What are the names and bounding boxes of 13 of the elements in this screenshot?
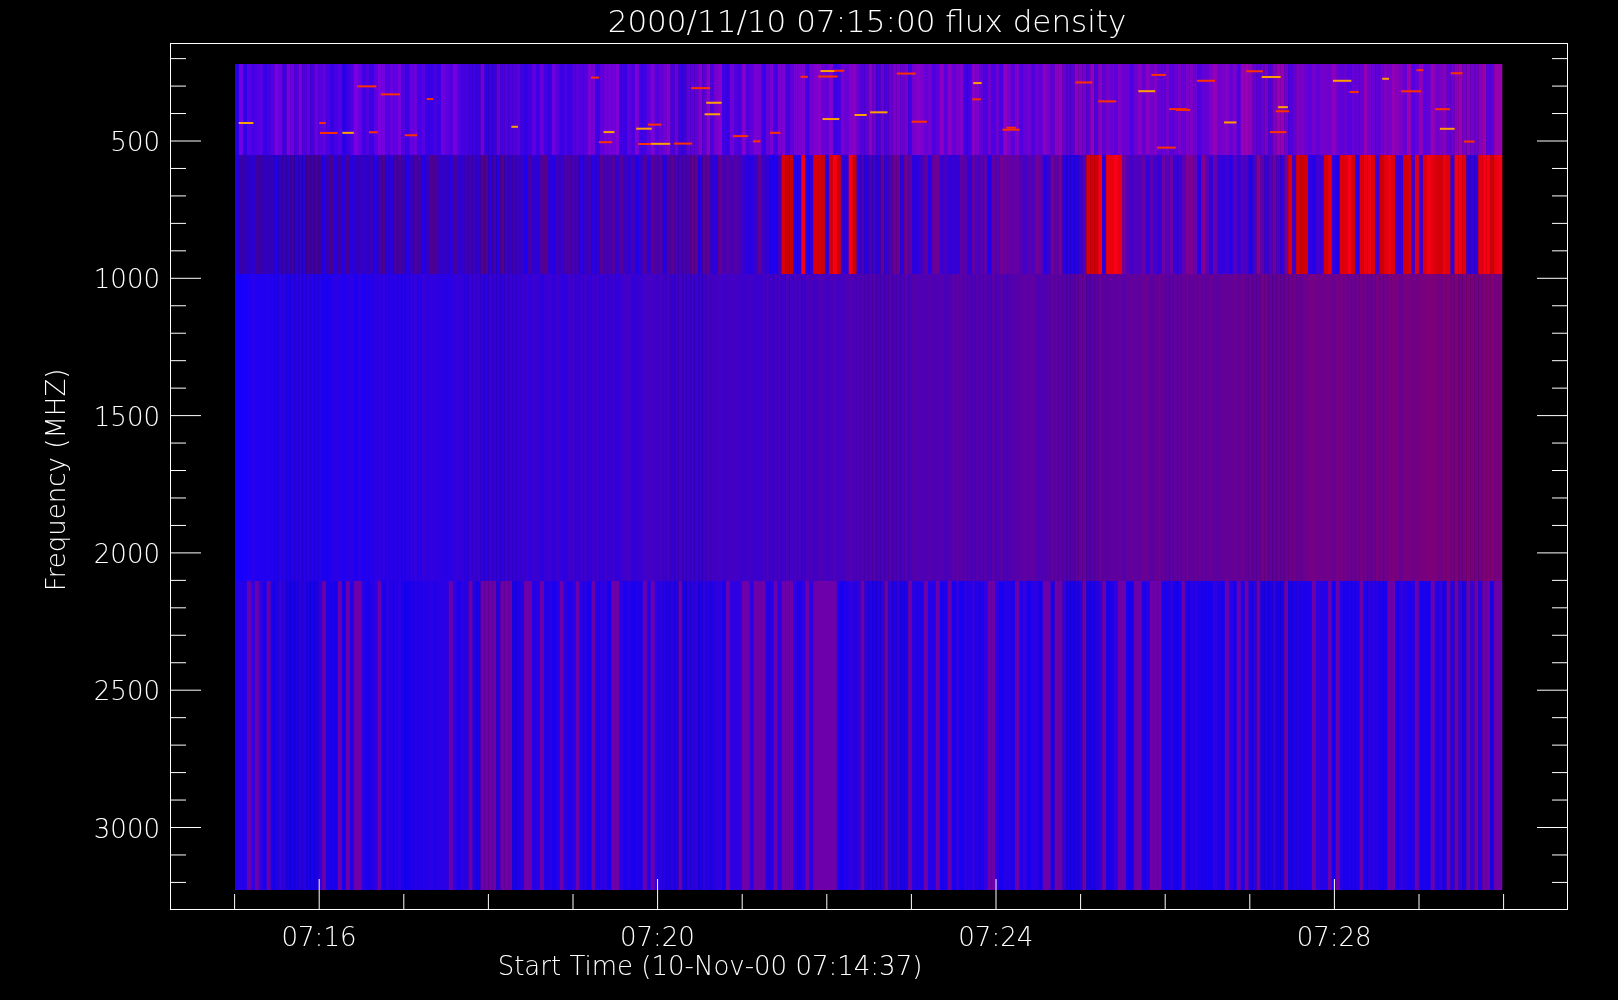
x-tick-label: 07:28 xyxy=(1296,922,1372,952)
x-tick-label: 07:24 xyxy=(958,922,1034,952)
chart-title: 2000/11/10 07:15:00 flux density xyxy=(607,3,1127,39)
x-axis-label: Start Time (10-Nov-00 07:14:37) xyxy=(497,951,923,981)
x-tick-label: 07:20 xyxy=(619,922,695,952)
x-tick-label: 07:16 xyxy=(281,922,357,952)
y-tick-label: 1500 xyxy=(93,401,160,432)
y-tick-label: 2500 xyxy=(93,676,160,707)
y-tick-label: 500 xyxy=(110,127,160,157)
y-axis-label: Frequency (MHZ) xyxy=(41,368,71,592)
y-tick-label: 2000 xyxy=(93,538,160,569)
y-tick-label: 3000 xyxy=(93,813,160,844)
y-tick-label: 1000 xyxy=(93,264,160,295)
